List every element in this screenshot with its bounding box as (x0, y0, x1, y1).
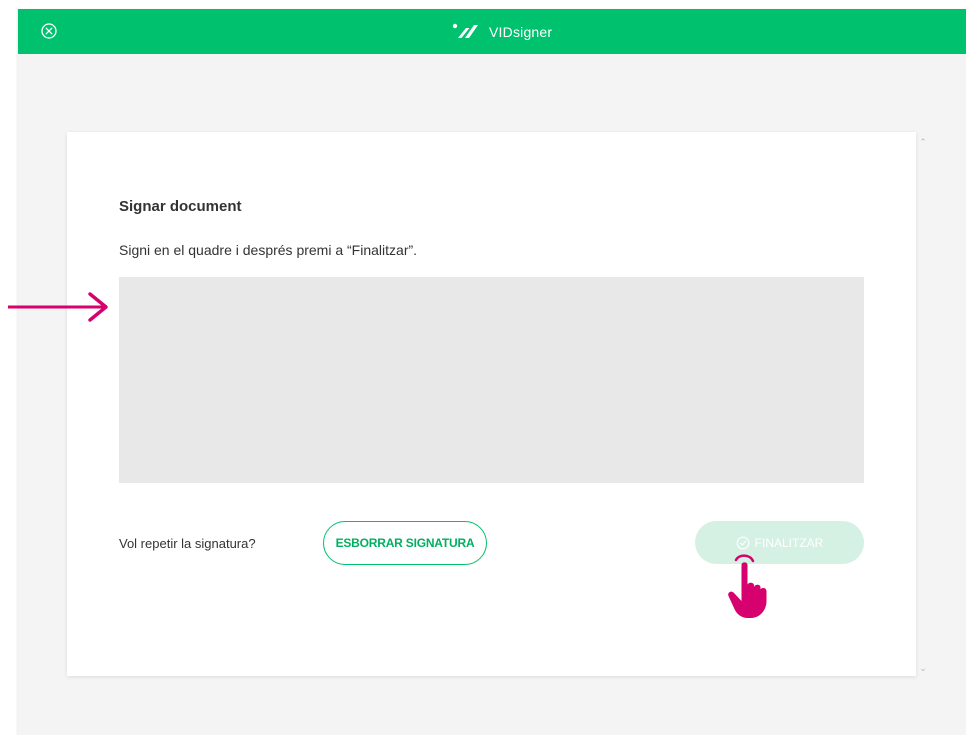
scroll-down-arrow[interactable]: ⌄ (916, 662, 930, 674)
scroll-up-arrow[interactable]: ⌃ (916, 136, 930, 148)
instructions-text: Signi en el quadre i després premi a “Fi… (119, 242, 418, 258)
app-window: VIDsigner Signar document Signi en el qu… (18, 9, 966, 735)
finish-button[interactable]: FINALITZAR (695, 521, 864, 564)
brand-name: VIDsigner (489, 24, 553, 40)
sign-document-card: Signar document Signi en el quadre i des… (67, 132, 916, 676)
pointing-hand-icon (724, 552, 774, 622)
arrow-right-icon (6, 292, 110, 322)
finish-button-label: FINALITZAR (754, 535, 824, 550)
page-title: Signar document (119, 198, 242, 215)
repeat-signature-label: Vol repetir la signatura? (119, 536, 256, 551)
brand: VIDsigner (452, 21, 552, 43)
vidsigner-logo-icon (452, 22, 483, 42)
signature-pad[interactable] (119, 277, 864, 483)
top-bar: VIDsigner (18, 9, 966, 54)
close-icon[interactable] (40, 22, 58, 40)
check-circle-icon (736, 536, 750, 550)
clear-signature-button[interactable]: ESBORRAR SIGNATURA (323, 521, 487, 565)
